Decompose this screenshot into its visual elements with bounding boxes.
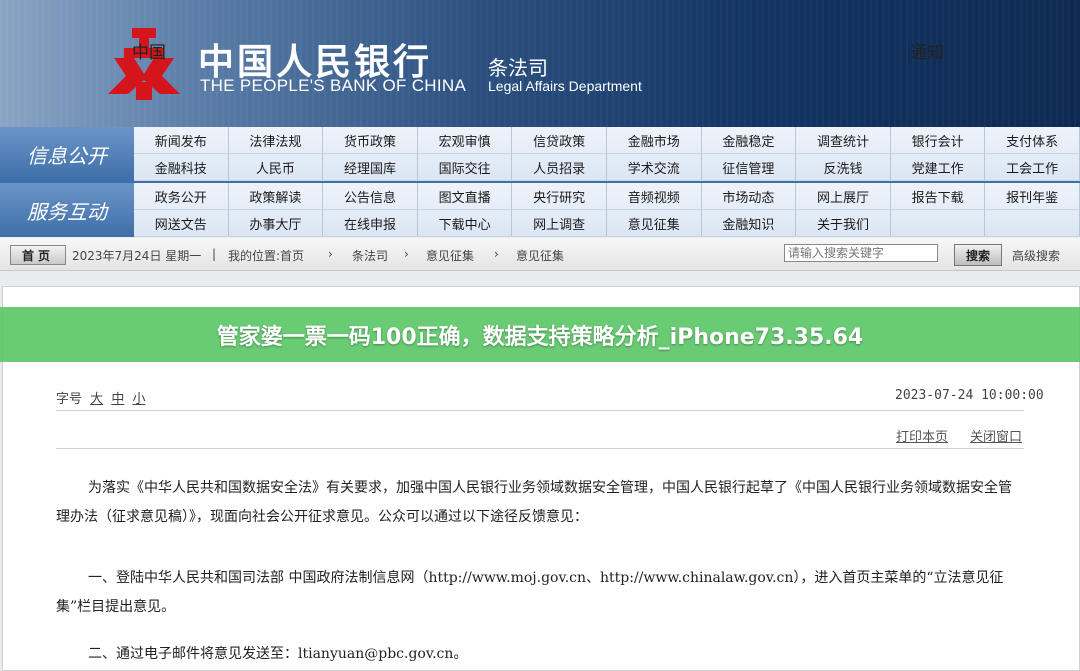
body-paragraph-1: 为落实《中华人民共和国数据安全法》有关要求，加强中国人民银行业务领域数据安全管理… bbox=[56, 480, 1012, 525]
divider bbox=[56, 448, 1024, 449]
nav-item[interactable]: 征信管理 bbox=[701, 154, 797, 181]
breadcrumb-current[interactable]: 意见征集 bbox=[516, 247, 564, 264]
divider bbox=[56, 410, 1024, 411]
font-size-large[interactable]: 大 bbox=[90, 392, 103, 407]
nav-item[interactable]: 在线申报 bbox=[323, 210, 418, 237]
nav-label-service[interactable]: 服务互动 bbox=[0, 183, 134, 237]
nav-grid-service: 政务公开 政策解读 公告信息 图文直播 央行研究 音频视频 市场动态 网上展厅 报告下载 报刊年鉴… bbox=[134, 183, 1080, 237]
body-paragraph-3: 二、通过电子邮件将意见发送至：ltianyuan@pbc.gov.cn。 bbox=[88, 646, 468, 662]
breadcrumb-section[interactable]: 意见征集 bbox=[426, 247, 474, 264]
nav-item[interactable]: 金融市场 bbox=[606, 127, 702, 154]
nav-block-info: 信息公开 新闻发布 法律法规 货币政策 宏观审慎 信贷政策 金融市场 金融稳定 调查统计 银行会… bbox=[0, 127, 1080, 181]
overlay-banner: 管家婆一票一码100正确，数据支持策略分析_iPhone73.35.64 bbox=[0, 307, 1080, 362]
publish-datetime: 2023-07-24 10:00:00 bbox=[895, 388, 1044, 403]
breadcrumb-home[interactable]: 我的位置:首页 bbox=[228, 247, 304, 264]
nav-item[interactable]: 国际交往 bbox=[417, 154, 513, 181]
department-name-en: Legal Affairs Department bbox=[488, 78, 642, 94]
nav-item[interactable]: 意见征集 bbox=[606, 210, 702, 237]
bank-name-en: THE PEOPLE'S BANK OF CHINA bbox=[200, 76, 467, 95]
department-name-cn: 条法司 bbox=[488, 56, 548, 80]
breadcrumb-arrow-icon: › bbox=[404, 247, 409, 261]
nav-item bbox=[890, 210, 986, 237]
close-window-link[interactable]: 关闭窗口 bbox=[970, 426, 1022, 445]
font-size-medium[interactable]: 中 bbox=[111, 392, 124, 407]
nav-item[interactable]: 金融知识 bbox=[701, 210, 797, 237]
site-header: 中国人民银行 THE PEOPLE'S BANK OF CHINA 条法司 Le… bbox=[0, 0, 1080, 127]
nav-item[interactable]: 政务公开 bbox=[134, 183, 229, 210]
nav-grid-info: 新闻发布 法律法规 货币政策 宏观审慎 信贷政策 金融市场 金融稳定 调查统计 银行会计 支付体系… bbox=[134, 127, 1080, 181]
nav-item[interactable]: 图文直播 bbox=[417, 183, 513, 210]
nav-item[interactable]: 办事大厅 bbox=[228, 210, 324, 237]
home-button[interactable]: 首页 bbox=[10, 245, 66, 265]
nav-item[interactable]: 调查统计 bbox=[796, 127, 891, 154]
nav-item[interactable]: 金融科技 bbox=[134, 154, 229, 181]
nav-item[interactable]: 新闻发布 bbox=[134, 127, 229, 154]
nav-item[interactable]: 关于我们 bbox=[796, 210, 891, 237]
nav-item[interactable]: 音频视频 bbox=[606, 183, 702, 210]
nav-item[interactable]: 网送文告 bbox=[134, 210, 229, 237]
font-size-controls: 字号 大 中 小 bbox=[56, 388, 145, 407]
nav-item[interactable]: 宏观审慎 bbox=[417, 127, 513, 154]
nav-item[interactable]: 货币政策 bbox=[323, 127, 418, 154]
document-title-start: 中国 bbox=[132, 43, 166, 63]
nav-item[interactable]: 央行研究 bbox=[512, 183, 607, 210]
nav-label-info[interactable]: 信息公开 bbox=[0, 127, 134, 181]
nav-block-service: 服务互动 政务公开 政策解读 公告信息 图文直播 央行研究 音频视频 市场动态 网上展厅 报告下… bbox=[0, 183, 1080, 237]
nav-item[interactable]: 经理国库 bbox=[323, 154, 418, 181]
nav-item[interactable]: 报告下载 bbox=[890, 183, 986, 210]
search-input[interactable] bbox=[784, 244, 938, 262]
nav-item[interactable]: 报刊年鉴 bbox=[985, 183, 1080, 210]
nav-item[interactable]: 学术交流 bbox=[606, 154, 702, 181]
nav-item[interactable]: 金融稳定 bbox=[701, 127, 797, 154]
nav-item[interactable]: 政策解读 bbox=[228, 183, 324, 210]
nav-item[interactable]: 信贷政策 bbox=[512, 127, 607, 154]
document-title-end: 通知 bbox=[910, 43, 944, 63]
body-paragraph-2: 一、登陆中华人民共和国司法部 中国政府法制信息网（http://www.moj.… bbox=[56, 570, 1004, 615]
nav-item[interactable]: 反洗钱 bbox=[796, 154, 891, 181]
nav-item[interactable]: 工会工作 bbox=[985, 154, 1080, 181]
search-button[interactable]: 搜索 bbox=[954, 244, 1002, 266]
nav-item[interactable]: 人员招录 bbox=[512, 154, 607, 181]
nav-item[interactable]: 党建工作 bbox=[890, 154, 986, 181]
print-link[interactable]: 打印本页 bbox=[896, 426, 948, 445]
nav-item[interactable]: 法律法规 bbox=[228, 127, 324, 154]
separator: | bbox=[212, 247, 217, 261]
breadcrumb-arrow-icon: › bbox=[494, 247, 499, 261]
toolbar: 首页 2023年7月24日 星期一 | 我的位置:首页 › 条法司 › 意见征集… bbox=[0, 238, 1080, 271]
nav-item[interactable]: 网上调查 bbox=[512, 210, 607, 237]
nav-item[interactable]: 人民币 bbox=[228, 154, 324, 181]
nav-item[interactable]: 支付体系 bbox=[985, 127, 1080, 154]
nav-item[interactable]: 下载中心 bbox=[417, 210, 513, 237]
nav-item bbox=[985, 210, 1080, 237]
advanced-search-link[interactable]: 高级搜索 bbox=[1012, 247, 1060, 264]
overlay-banner-text: 管家婆一票一码100正确，数据支持策略分析_iPhone73.35.64 bbox=[216, 324, 864, 350]
font-size-small[interactable]: 小 bbox=[132, 392, 145, 407]
breadcrumb-arrow-icon: › bbox=[328, 247, 333, 261]
current-date: 2023年7月24日 星期一 bbox=[72, 249, 202, 263]
nav-item[interactable]: 市场动态 bbox=[701, 183, 797, 210]
nav-item[interactable]: 银行会计 bbox=[890, 127, 986, 154]
nav-item[interactable]: 网上展厅 bbox=[796, 183, 891, 210]
font-size-label: 字号 bbox=[56, 392, 83, 407]
nav-item[interactable]: 公告信息 bbox=[323, 183, 418, 210]
breadcrumb-dept[interactable]: 条法司 bbox=[352, 247, 388, 264]
